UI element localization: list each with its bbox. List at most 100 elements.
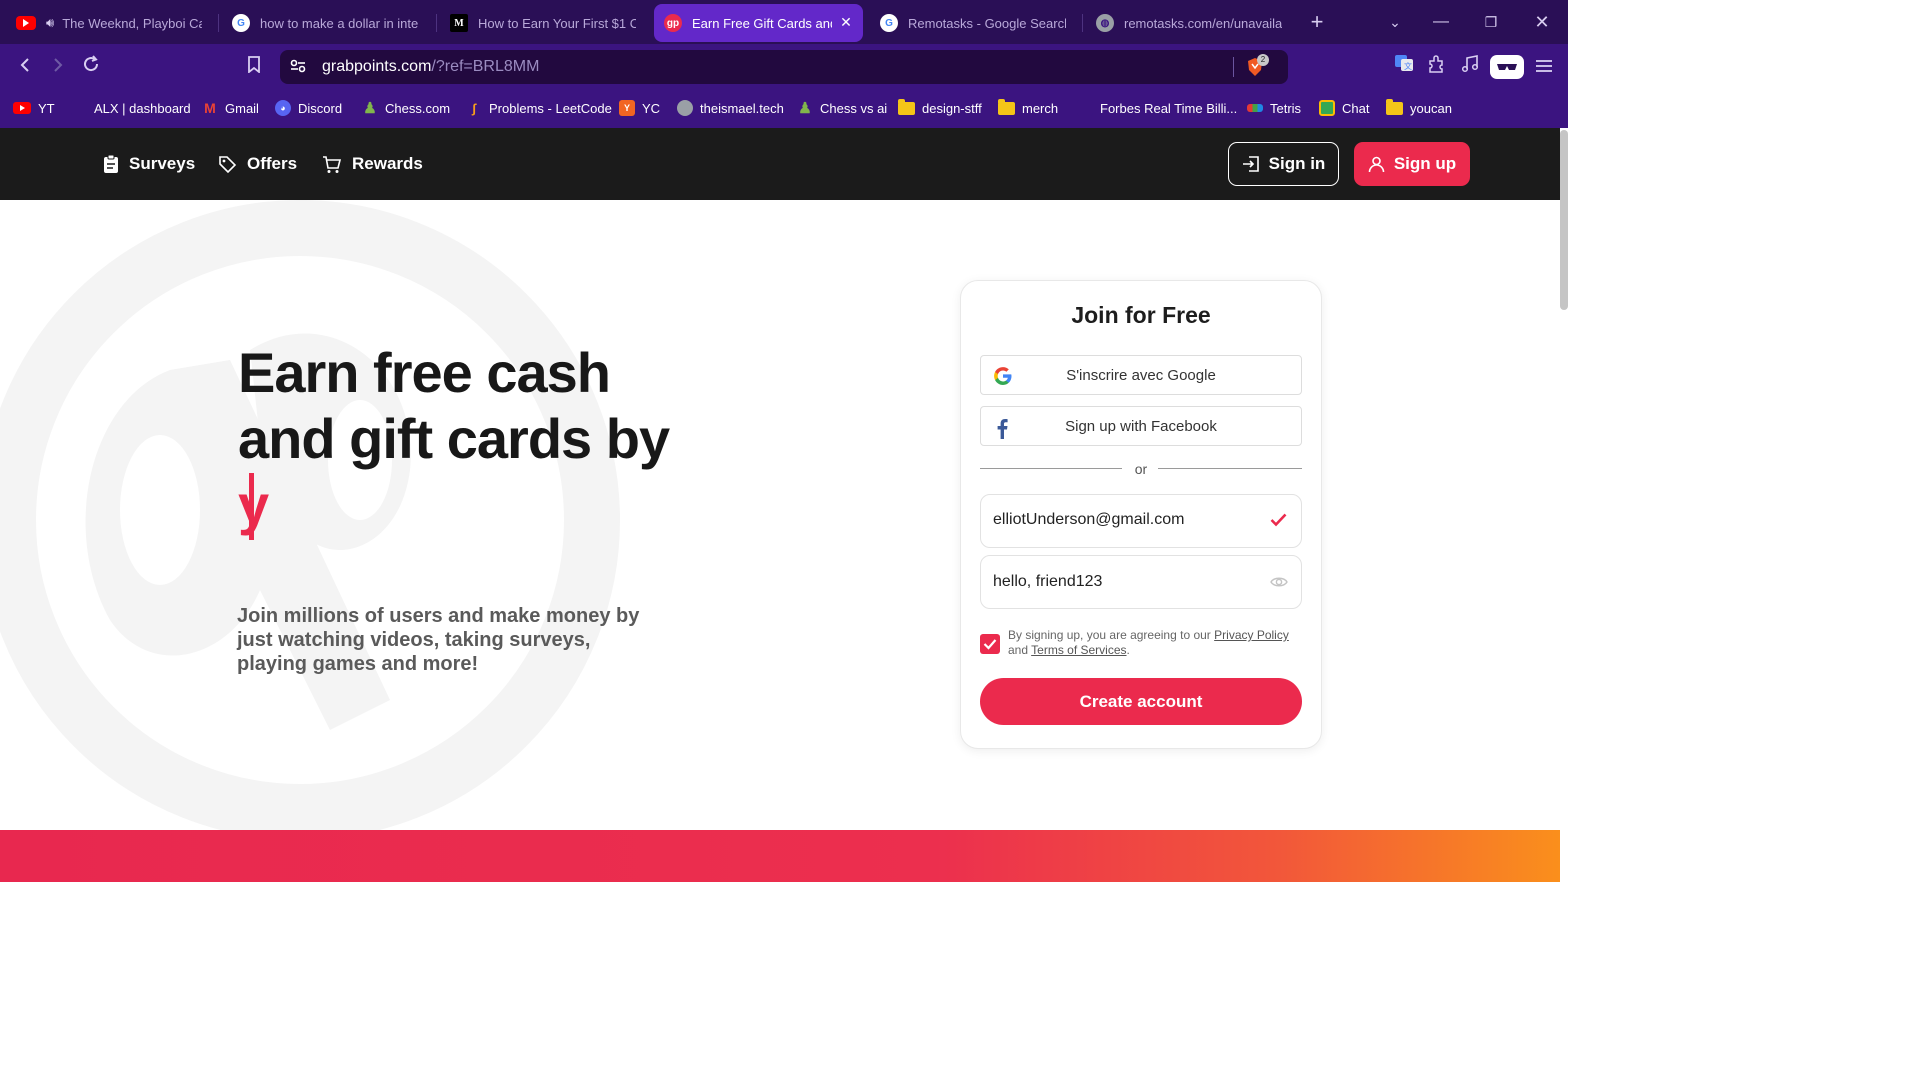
site-settings-icon[interactable] [284,53,312,81]
bookmark-yc[interactable]: Y YC [619,96,660,120]
brave-shields-icon[interactable]: 2 [1246,54,1269,79]
alx-icon [71,100,87,116]
tab-remotasks-search[interactable]: G Remotasks - Google Search [870,4,1076,42]
create-account-button[interactable]: Create account [980,678,1302,725]
bottom-gradient-band [0,830,1560,882]
nav-rewards[interactable]: Rewards [322,150,423,178]
facebook-signup-label: Sign up with Facebook [1065,417,1217,435]
cart-icon [323,155,342,173]
tab-title: How to Earn Your First $1 Online [478,15,636,31]
show-password-eye-icon[interactable] [1270,575,1288,589]
tab-remotasks-unavailable[interactable]: ◍ remotasks.com/en/unavailable [1086,4,1292,42]
url-text[interactable]: grabpoints.com/?ref=BRL8MM [322,58,539,76]
tab-grabpoints-active[interactable]: gp Earn Free Gift Cards and ✕ [654,4,863,42]
terms-suffix: . [1126,643,1130,657]
folder-icon [998,98,1015,115]
bookmark-chess[interactable]: ♟ Chess.com [362,96,450,120]
minimize-button[interactable]: — [1426,8,1456,36]
tab-medium[interactable]: M How to Earn Your First $1 Online [440,4,646,42]
grabpoints-icon: gp [664,14,682,32]
bookmark-chat[interactable]: Chat [1319,96,1369,120]
nav-label: Rewards [352,154,423,173]
close-tab-icon[interactable]: ✕ [839,15,853,29]
bookmark-label: merch [1022,100,1059,116]
translate-icon[interactable]: 文 [1390,53,1418,81]
bookmark-icon[interactable] [240,53,268,81]
privacy-policy-link[interactable]: Privacy Policy [1214,628,1289,642]
typing-cursor [249,473,254,540]
or-separator-label: or [1134,461,1148,477]
hero-headline: Earn free cash and gift cards by [238,341,670,470]
url-path: /?ref=BRL8MM [431,58,540,75]
tab-search-chevron-icon[interactable]: ⌄ [1380,8,1410,36]
chat-icon [1319,100,1335,116]
folder-icon [898,98,915,115]
folder-icon [1386,98,1403,115]
extensions-icon[interactable] [1422,53,1450,81]
facebook-signup-button[interactable]: Sign up with Facebook [980,406,1302,446]
sign-up-button[interactable]: Sign up [1354,142,1470,186]
globe-icon: ◍ [1096,14,1114,32]
grabpoints-watermark-logo [0,200,620,830]
bookmark-tetris[interactable]: Tetris [1247,96,1301,120]
bookmark-gmail[interactable]: M Gmail [202,96,259,120]
tab-youtube[interactable]: 🔊︎ The Weeknd, Playboi Carti [6,4,216,42]
bookmark-chess-vs-ai[interactable]: ♟ Chess vs ai [797,96,887,120]
page-scrollbar-thumb[interactable] [1560,130,1568,310]
tab-title: remotasks.com/en/unavailable [1124,15,1282,31]
close-window-button[interactable]: ✕ [1527,8,1557,36]
terms-and: and [1008,643,1029,657]
bookmark-discord[interactable]: ◕ Discord [275,96,342,120]
password-value[interactable]: hello, friend123 [993,573,1102,591]
tab-google-dollar[interactable]: G how to make a dollar in internet [222,4,428,42]
globe-icon [677,100,693,116]
gmail-icon: M [204,100,216,116]
new-tab-button[interactable]: + [1302,8,1332,36]
shield-count-badge: 2 [1257,54,1269,66]
bookmark-label: YT [38,100,55,116]
reader-mode-button[interactable] [1490,55,1524,79]
bookmark-yt[interactable]: YT [13,96,55,120]
forbes-icon [1077,100,1093,116]
discord-icon: ◕ [275,100,291,116]
address-divider [1233,57,1234,77]
restore-button[interactable]: ❐ [1476,8,1506,36]
nav-surveys[interactable]: Surveys [103,150,195,178]
bookmark-theismael[interactable]: theismael.tech [677,96,784,120]
bookmark-leetcode[interactable]: ʃ Problems - LeetCode [466,96,612,120]
bookmark-folder-merch[interactable]: merch [998,96,1058,120]
google-signup-button[interactable]: S'inscrire avec Google [980,355,1302,395]
terms-text: By signing up, you are agreeing to our P… [1008,628,1308,658]
bookmark-label: Chess vs ai [820,100,888,116]
hero-subtext: Join millions of users and make money by… [237,605,640,675]
email-value[interactable]: elliotUnderson@gmail.com [993,511,1184,529]
back-button[interactable] [11,53,39,81]
checkmark-icon [983,639,997,650]
bookmark-folder-design[interactable]: design-stff [898,96,982,120]
bookmark-alx[interactable]: ALX | dashboard [71,96,191,120]
bookmark-forbes[interactable]: Forbes Real Time Billi... [1077,96,1237,120]
terms-of-services-link[interactable]: Terms of Services [1031,643,1126,657]
nav-offers[interactable]: Offers [218,150,297,178]
glasses-icon [1497,64,1517,70]
sign-in-button[interactable]: Sign in [1228,142,1339,186]
speaker-icon[interactable]: 🔊︎ [46,15,54,31]
facebook-icon [997,419,1008,439]
terms-prefix: By signing up, you are agreeing to our [1008,628,1211,642]
media-music-icon[interactable] [1456,53,1484,81]
bookmark-folder-youcan[interactable]: youcan [1386,96,1452,120]
reload-button[interactable] [77,53,105,81]
sign-in-label: Sign in [1268,154,1326,173]
terms-checkbox[interactable] [980,634,1000,654]
tag-icon [219,155,237,173]
menu-hamburger-icon[interactable] [1530,53,1558,81]
google-icon: G [880,14,898,32]
forward-button[interactable] [44,53,72,81]
tab-title: Remotasks - Google Search [908,15,1066,31]
tab-title: Earn Free Gift Cards and [692,15,832,31]
tetris-icon [1247,104,1263,112]
tab-separator [1082,14,1083,32]
tab-separator [436,14,437,32]
signup-card-title: Join for Free [1071,302,1211,328]
divider-right [1158,468,1302,469]
